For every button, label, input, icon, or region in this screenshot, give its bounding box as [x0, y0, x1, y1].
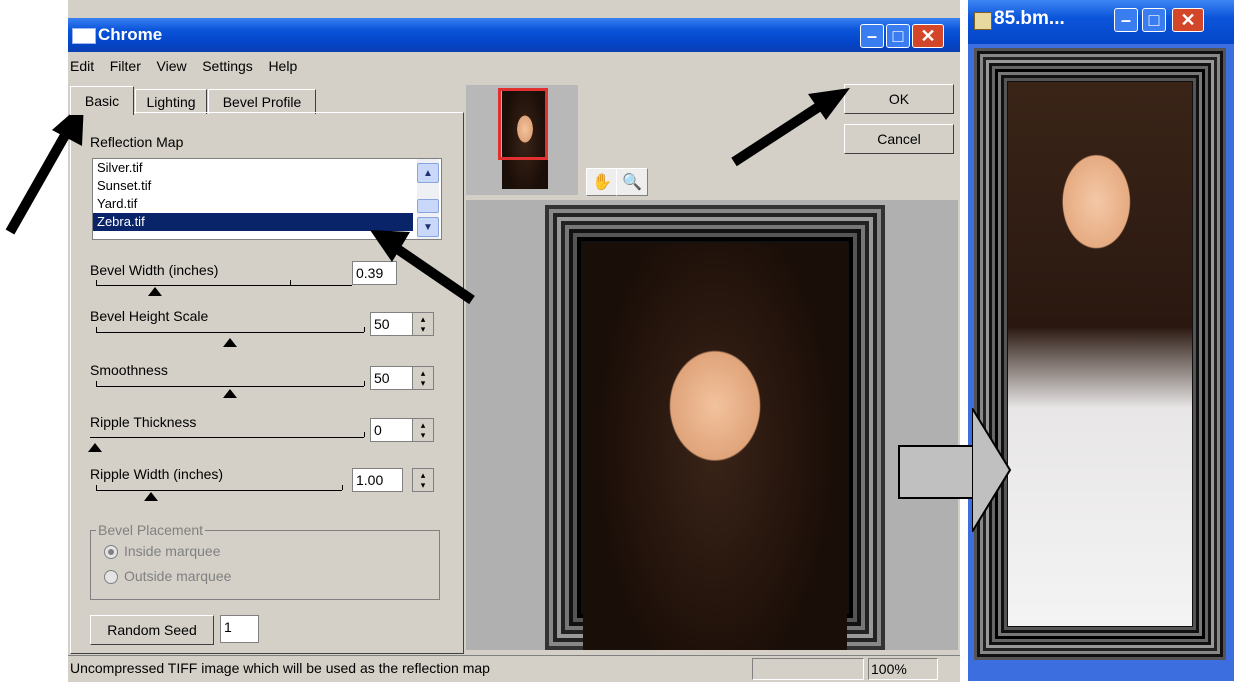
arrow-to-ok-button-icon [731, 88, 850, 167]
tab-basic[interactable]: Basic [70, 86, 134, 115]
annotation-arrows [5, 88, 850, 305]
arrow-to-zebra-item-icon [370, 230, 475, 305]
arrow-to-basic-tab-icon [5, 102, 84, 235]
